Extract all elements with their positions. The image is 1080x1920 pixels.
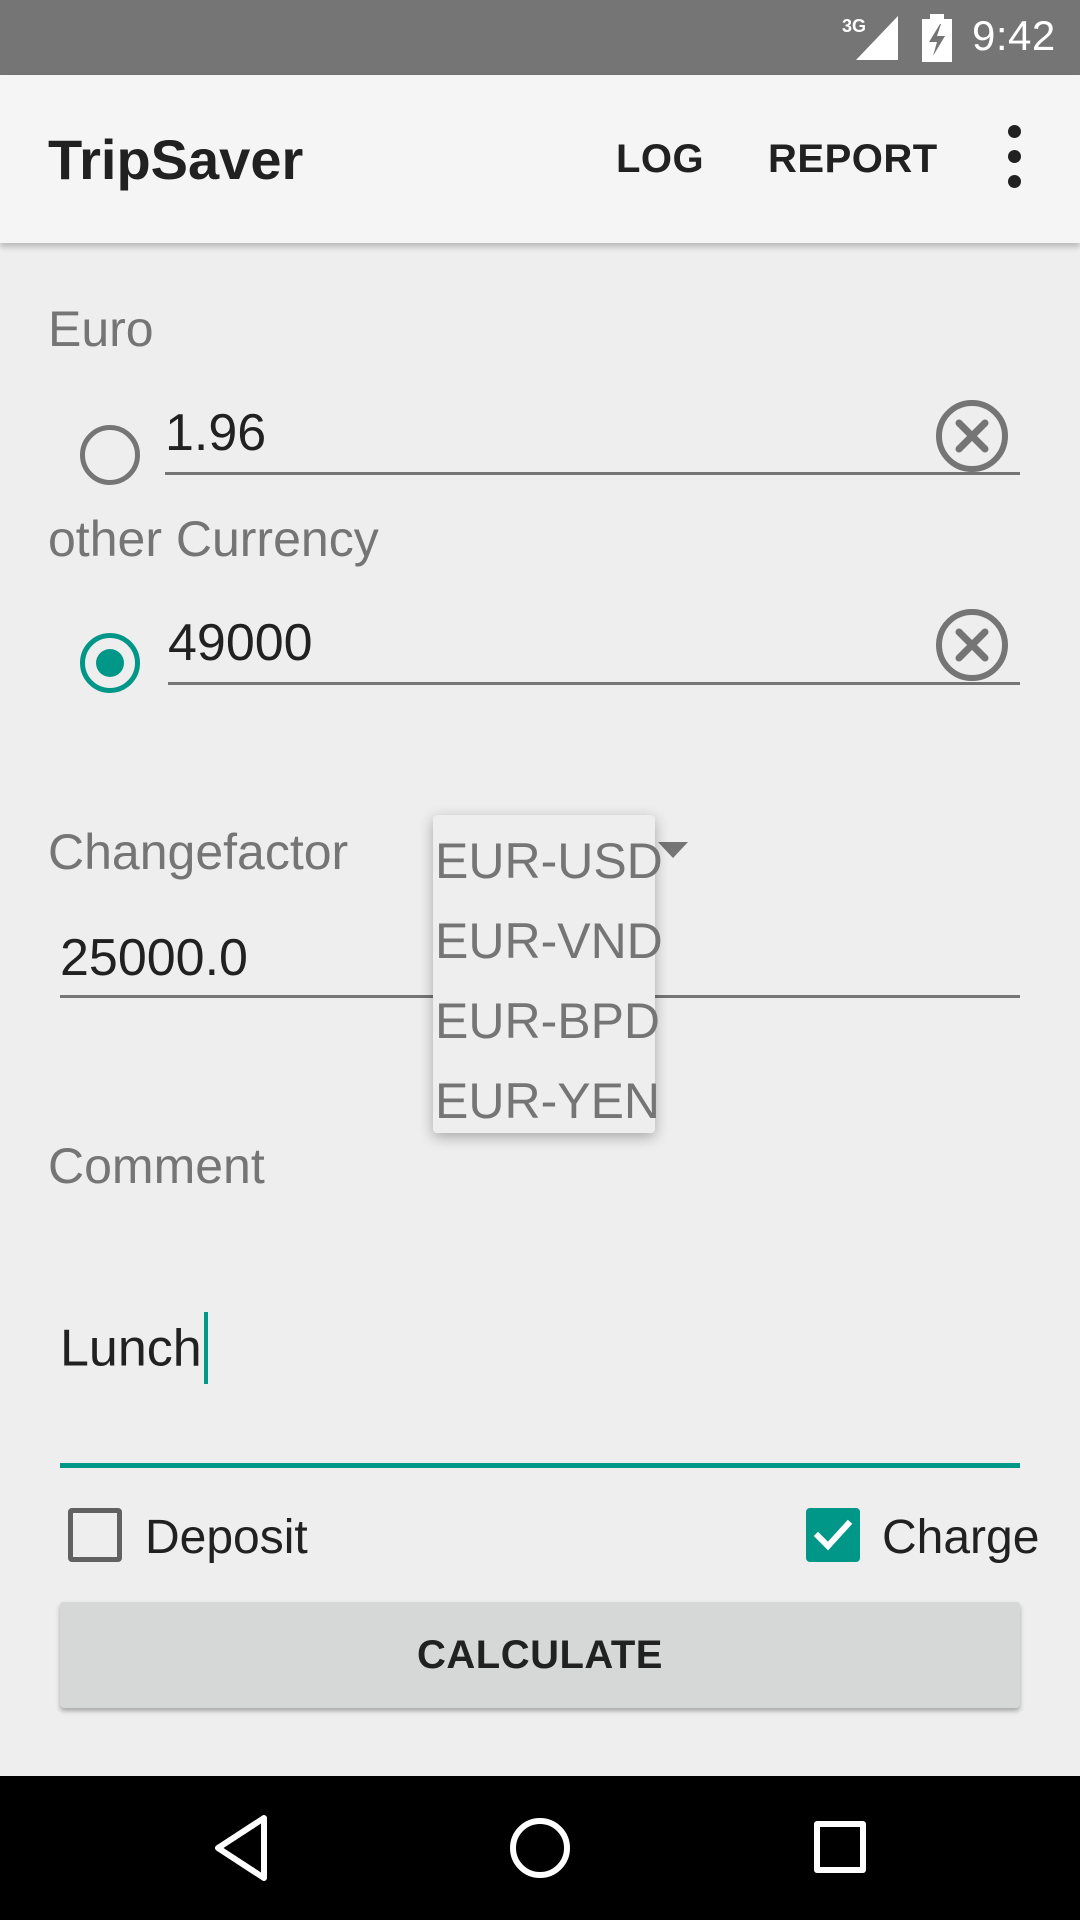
euro-label: Euro [48,301,154,357]
app-title: TripSaver [48,128,304,191]
dropdown-option-eur-bpd[interactable]: EUR-BPD [433,981,660,1061]
battery-charging-icon [922,14,952,62]
clear-euro-icon[interactable] [934,398,1010,474]
calculate-button[interactable]: CALCULATE [60,1602,1020,1708]
recent-apps-icon[interactable] [814,1821,866,1873]
app-bar: TripSaver LOG REPORT [0,75,1080,243]
network-type-label: 3G [842,16,866,36]
deposit-checkbox[interactable] [68,1508,122,1562]
euro-radio[interactable] [80,425,140,485]
comment-field[interactable]: Lunch [60,1300,1020,1468]
currency-pair-dropdown[interactable]: EUR-USD EUR-VND EUR-BPD EUR-YEN [433,815,663,1133]
charge-checkbox[interactable] [806,1508,860,1562]
dropdown-option-eur-yen[interactable]: EUR-YEN [433,1061,660,1141]
other-currency-radio[interactable] [80,633,140,693]
charge-label[interactable]: Charge [882,1510,1039,1565]
status-time: 9:42 [972,12,1056,59]
dropdown-option-eur-vnd[interactable]: EUR-VND [433,901,663,981]
deposit-label[interactable]: Deposit [145,1510,308,1565]
comment-label: Comment [48,1138,265,1194]
status-bar: 3G 9:42 [0,0,1080,75]
log-action-button[interactable]: LOG [616,137,704,182]
check-icon [813,1519,853,1551]
other-currency-field[interactable]: 49000 [168,595,1020,685]
text-cursor [203,1312,208,1384]
dropdown-option-eur-usd[interactable]: EUR-USD [433,821,663,901]
clear-other-currency-icon[interactable] [934,607,1010,683]
euro-field[interactable]: 1.96 [165,385,1020,475]
more-vert-icon[interactable] [996,125,1032,189]
navigation-bar [0,1776,1080,1920]
comment-text-wrap[interactable]: Lunch [60,1312,208,1388]
euro-value[interactable]: 1.96 [165,403,266,463]
comment-value[interactable]: Lunch [60,1320,202,1378]
other-currency-value[interactable]: 49000 [168,613,313,673]
back-icon[interactable] [212,1812,272,1884]
changefactor-value[interactable]: 25000.0 [60,928,248,988]
changefactor-label: Changefactor [48,824,349,880]
home-icon[interactable] [510,1818,570,1878]
report-action-button[interactable]: REPORT [768,137,938,182]
other-currency-label: other Currency [48,511,379,567]
cell-signal-icon: 3G [842,16,898,60]
